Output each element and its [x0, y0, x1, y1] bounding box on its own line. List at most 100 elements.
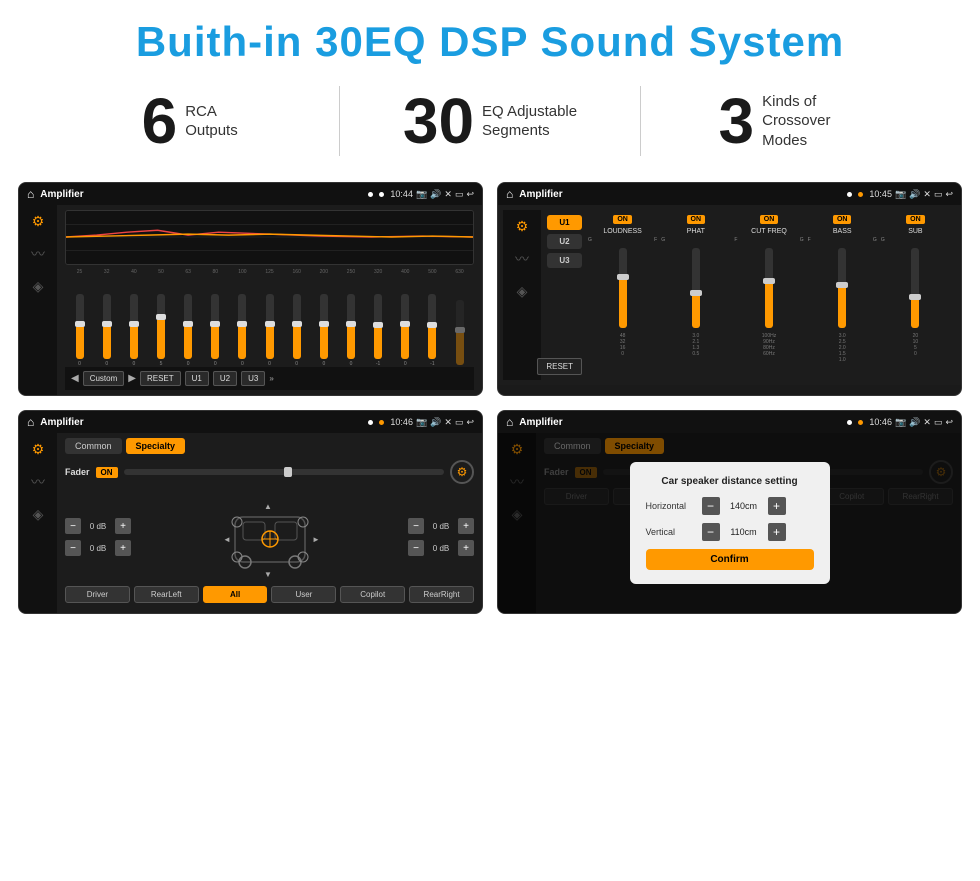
back-icon[interactable]: ↩ — [466, 189, 474, 200]
page-title: Buith-in 30EQ DSP Sound System — [20, 18, 960, 66]
fader-dialog-body: ⚙ 〰 ◈ Common Specialty Fader ON ⚙ — [498, 433, 961, 613]
fd-home-icon[interactable]: ⌂ — [506, 415, 513, 429]
fd-dot-1 — [847, 420, 852, 425]
home-icon[interactable]: ⌂ — [27, 187, 34, 201]
xover-back-icon[interactable]: ↩ — [945, 189, 953, 200]
eq-sidebar-icon-2[interactable]: 〰 — [31, 244, 45, 264]
db-plus-4[interactable]: + — [458, 540, 474, 556]
fd-back-icon[interactable]: ↩ — [945, 417, 953, 428]
window-icon: ▭ — [455, 189, 464, 200]
eq-freqs-row: 25 32 40 50 63 80 100 125 160 200 250 32… — [65, 269, 474, 275]
btn-copilot[interactable]: Copilot — [340, 586, 405, 603]
fader-home-icon[interactable]: ⌂ — [27, 415, 34, 429]
eq-screen: ⌂ Amplifier 10:44 📷 🔊 ✕ ▭ ↩ ⚙ 〰 ◈ — [18, 182, 483, 396]
confirm-button[interactable]: Confirm — [646, 549, 814, 570]
fader-left-sidebar: ⚙ 〰 ◈ — [19, 433, 57, 613]
fd-volume-icon: 🔊 — [909, 417, 920, 428]
fd-camera-icon: 📷 — [895, 417, 906, 428]
db-minus-3[interactable]: − — [408, 518, 424, 534]
xover-window-icon: ▭ — [934, 189, 943, 200]
eq-dot-2 — [379, 192, 384, 197]
fader-back-icon[interactable]: ↩ — [466, 417, 474, 428]
xover-sidebar-icon-1[interactable]: ⚙ — [516, 218, 529, 235]
db-plus-3[interactable]: + — [458, 518, 474, 534]
db-plus-2[interactable]: + — [115, 540, 131, 556]
eq-sidebar-icon-1[interactable]: ⚙ — [32, 213, 45, 230]
stat-eq: 30 EQ Adjustable Segments — [360, 89, 619, 153]
fd-close-icon: ✕ — [923, 417, 931, 428]
btn-driver[interactable]: Driver — [65, 586, 130, 603]
xover-ch-sub: ON SUB G 201050 — [881, 215, 950, 375]
eq-play-btn[interactable]: ▶ — [128, 373, 136, 384]
db-minus-2[interactable]: − — [65, 540, 81, 556]
stat-rca: 6 RCA Outputs — [60, 89, 319, 153]
xover-sidebar-icon-3[interactable]: ◈ — [517, 283, 528, 300]
xover-u1-preset[interactable]: U1 — [547, 215, 582, 230]
btn-rearright[interactable]: RearRight — [409, 586, 474, 603]
fd-window-icon: ▭ — [934, 417, 943, 428]
xover-ch-phat: ON PHAT G 3.02.11.30.5 — [661, 215, 730, 375]
eq-time: 10:44 — [390, 189, 413, 199]
db-value-4: 0 dB — [427, 544, 455, 553]
eq-sidebar-icon-3[interactable]: ◈ — [33, 278, 44, 295]
xover-u2-preset[interactable]: U2 — [547, 234, 582, 249]
eq-prev-arrow[interactable]: ◀ — [71, 373, 79, 384]
horizontal-minus-btn[interactable]: − — [702, 497, 720, 515]
stat-text-eq: EQ Adjustable Segments — [482, 102, 577, 141]
vertical-value: 110cm — [724, 527, 764, 537]
btn-all[interactable]: All — [203, 586, 268, 603]
fader-settings-icon[interactable]: ⚙ — [450, 460, 474, 484]
db-minus-4[interactable]: − — [408, 540, 424, 556]
tab-common[interactable]: Common — [65, 438, 122, 454]
fader-sidebar-icon-2[interactable]: 〰 — [31, 472, 45, 492]
eq-chevron-right[interactable]: » — [269, 374, 273, 383]
fader-status-icons: 10:46 📷 🔊 ✕ ▭ ↩ — [390, 417, 474, 428]
db-control-3: − 0 dB + — [408, 518, 474, 534]
xover-status-bar: ⌂ Amplifier 10:45 📷 🔊 ✕ ▭ ↩ — [498, 183, 961, 205]
btn-rearleft[interactable]: RearLeft — [134, 586, 199, 603]
vertical-plus-btn[interactable]: + — [768, 523, 786, 541]
xover-ch-loudness: ON LOUDNESS GF 4832160 — [588, 215, 657, 375]
fader-dot-2 — [379, 420, 384, 425]
fader-bottom-buttons: Driver RearLeft All User Copilot RearRig… — [65, 586, 474, 603]
xover-body: ⚙ 〰 ◈ U1 U2 U3 RESET ON LOUDNESS G — [498, 205, 961, 385]
fader-sidebar-icon-3[interactable]: ◈ — [33, 506, 44, 523]
xover-sidebar-icon-2[interactable]: 〰 — [515, 249, 529, 269]
svg-text:◄: ◄ — [223, 535, 231, 544]
tab-specialty[interactable]: Specialty — [126, 438, 186, 454]
eq-graph — [65, 210, 474, 265]
fader-h-slider[interactable] — [124, 469, 444, 475]
db-minus-1[interactable]: − — [65, 518, 81, 534]
fd-dot-2 — [858, 420, 863, 425]
fader-on-badge[interactable]: ON — [96, 467, 118, 478]
distance-dialog: Car speaker distance setting Horizontal … — [630, 462, 830, 584]
xover-main: U1 U2 U3 RESET ON LOUDNESS GF — [541, 210, 956, 380]
stat-crossover: 3 Kinds of Crossover Modes — [661, 89, 920, 153]
db-plus-1[interactable]: + — [115, 518, 131, 534]
eq-u3-btn[interactable]: U3 — [241, 371, 265, 386]
eq-custom-btn[interactable]: Custom — [83, 371, 125, 386]
fader-window-icon: ▭ — [455, 417, 464, 428]
close-icon: ✕ — [444, 189, 452, 200]
dialog-vertical-row: Vertical − 110cm + — [646, 523, 814, 541]
eq-reset-btn[interactable]: RESET — [140, 371, 181, 386]
vertical-minus-btn[interactable]: − — [702, 523, 720, 541]
eq-u2-btn[interactable]: U2 — [213, 371, 237, 386]
btn-user[interactable]: User — [271, 586, 336, 603]
xover-u3-preset[interactable]: U3 — [547, 253, 582, 268]
xover-home-icon[interactable]: ⌂ — [506, 187, 513, 201]
db-value-2: 0 dB — [84, 544, 112, 553]
horizontal-plus-btn[interactable]: + — [768, 497, 786, 515]
dialog-horizontal-row: Horizontal − 140cm + — [646, 497, 814, 515]
fader-tabs-row: Common Specialty — [65, 438, 474, 454]
fader-body: ⚙ 〰 ◈ Common Specialty Fader ON ⚙ — [19, 433, 482, 613]
dialog-vertical-label: Vertical — [646, 527, 696, 537]
xover-reset[interactable]: RESET — [537, 358, 582, 375]
fader-dialog-screen: ⌂ Amplifier 10:46 📷 🔊 ✕ ▭ ↩ ⚙ 〰 ◈ Common — [497, 410, 962, 614]
eq-u1-btn[interactable]: U1 — [185, 371, 209, 386]
stat-number-3: 3 — [719, 89, 755, 153]
db-value-1: 0 dB — [84, 522, 112, 531]
xover-ch-cutfreq: ON CUT FREQ FG 100Hz90Hz80Hz60Hz — [734, 215, 803, 375]
fader-volume-icon: 🔊 — [430, 417, 441, 428]
fader-sidebar-icon-1[interactable]: ⚙ — [32, 441, 45, 458]
